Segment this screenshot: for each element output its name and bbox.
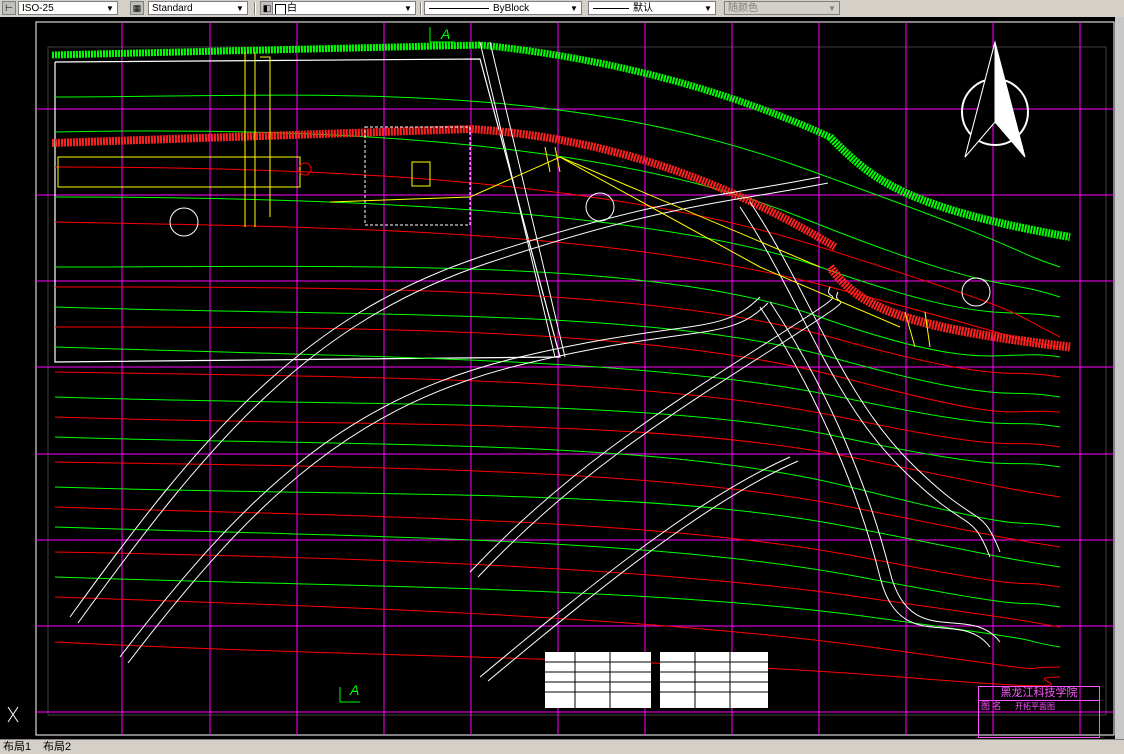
toolbar-separator bbox=[420, 2, 422, 15]
legend-tables bbox=[545, 652, 768, 708]
tablestyle-icon[interactable]: ▦ bbox=[130, 1, 144, 15]
chevron-down-icon: ▼ bbox=[828, 4, 836, 13]
tab-layout1[interactable]: 布局1 bbox=[2, 740, 32, 754]
plotstyle-combo[interactable]: 随颜色 ▼ bbox=[724, 1, 840, 15]
title-block: 黑龙江科技学院 图 名 开拓平面图 bbox=[978, 686, 1100, 738]
tab-layout2[interactable]: 布局2 bbox=[42, 740, 72, 754]
color-value: 白 bbox=[287, 3, 297, 14]
toolbar-separator bbox=[254, 2, 256, 15]
fault-band-red bbox=[51, 124, 838, 251]
north-arrow bbox=[961, 40, 1029, 158]
lineweight-value: 默认 bbox=[633, 3, 653, 14]
title-block-label: 图 名 bbox=[981, 701, 1002, 711]
properties-toolbar: ⊢ ISO-25 ▼ ▦ Standard ▼ ◧ 白 ▼ ByBlock ▼ … bbox=[0, 0, 1124, 18]
section-mark-top: A bbox=[441, 26, 451, 42]
plotstyle-value: 随颜色 bbox=[728, 3, 758, 14]
chevron-down-icon: ▼ bbox=[236, 4, 244, 13]
dimstyle-icon[interactable]: ⊢ bbox=[2, 1, 16, 15]
chevron-down-icon: ▼ bbox=[106, 4, 114, 13]
chevron-down-icon: ▼ bbox=[404, 4, 412, 13]
linetype-value: ByBlock bbox=[493, 3, 530, 14]
linetype-combo[interactable]: ByBlock ▼ bbox=[424, 1, 582, 15]
title-block-org: 黑龙江科技学院 bbox=[979, 687, 1099, 701]
line-sample-icon bbox=[593, 8, 629, 9]
dimstyle-value: ISO-25 bbox=[22, 3, 54, 14]
tablestyle-combo[interactable]: Standard ▼ bbox=[148, 1, 248, 15]
lineweight-combo[interactable]: 默认 ▼ bbox=[588, 1, 716, 15]
line-sample-icon bbox=[429, 8, 489, 9]
layout-tabs-bar: 布局1 布局2 bbox=[0, 739, 1124, 754]
title-block-drawing-name: 开拓平面图 bbox=[1015, 702, 1055, 711]
color-swatch-icon bbox=[275, 4, 286, 14]
color-combo[interactable]: 白 ▼ bbox=[272, 1, 416, 15]
section-mark-bottom: A bbox=[350, 682, 360, 698]
chevron-down-icon: ▼ bbox=[704, 4, 712, 13]
chevron-down-icon: ▼ bbox=[570, 4, 578, 13]
vertical-scrollbar[interactable] bbox=[1115, 17, 1124, 739]
cad-drawing bbox=[7, 21, 1115, 736]
dimstyle-combo[interactable]: ISO-25 ▼ bbox=[18, 1, 118, 15]
tablestyle-value: Standard bbox=[152, 3, 193, 14]
drawing-canvas[interactable]: A A 黑龙江科技学院 图 名 开拓平面图 bbox=[0, 17, 1124, 739]
